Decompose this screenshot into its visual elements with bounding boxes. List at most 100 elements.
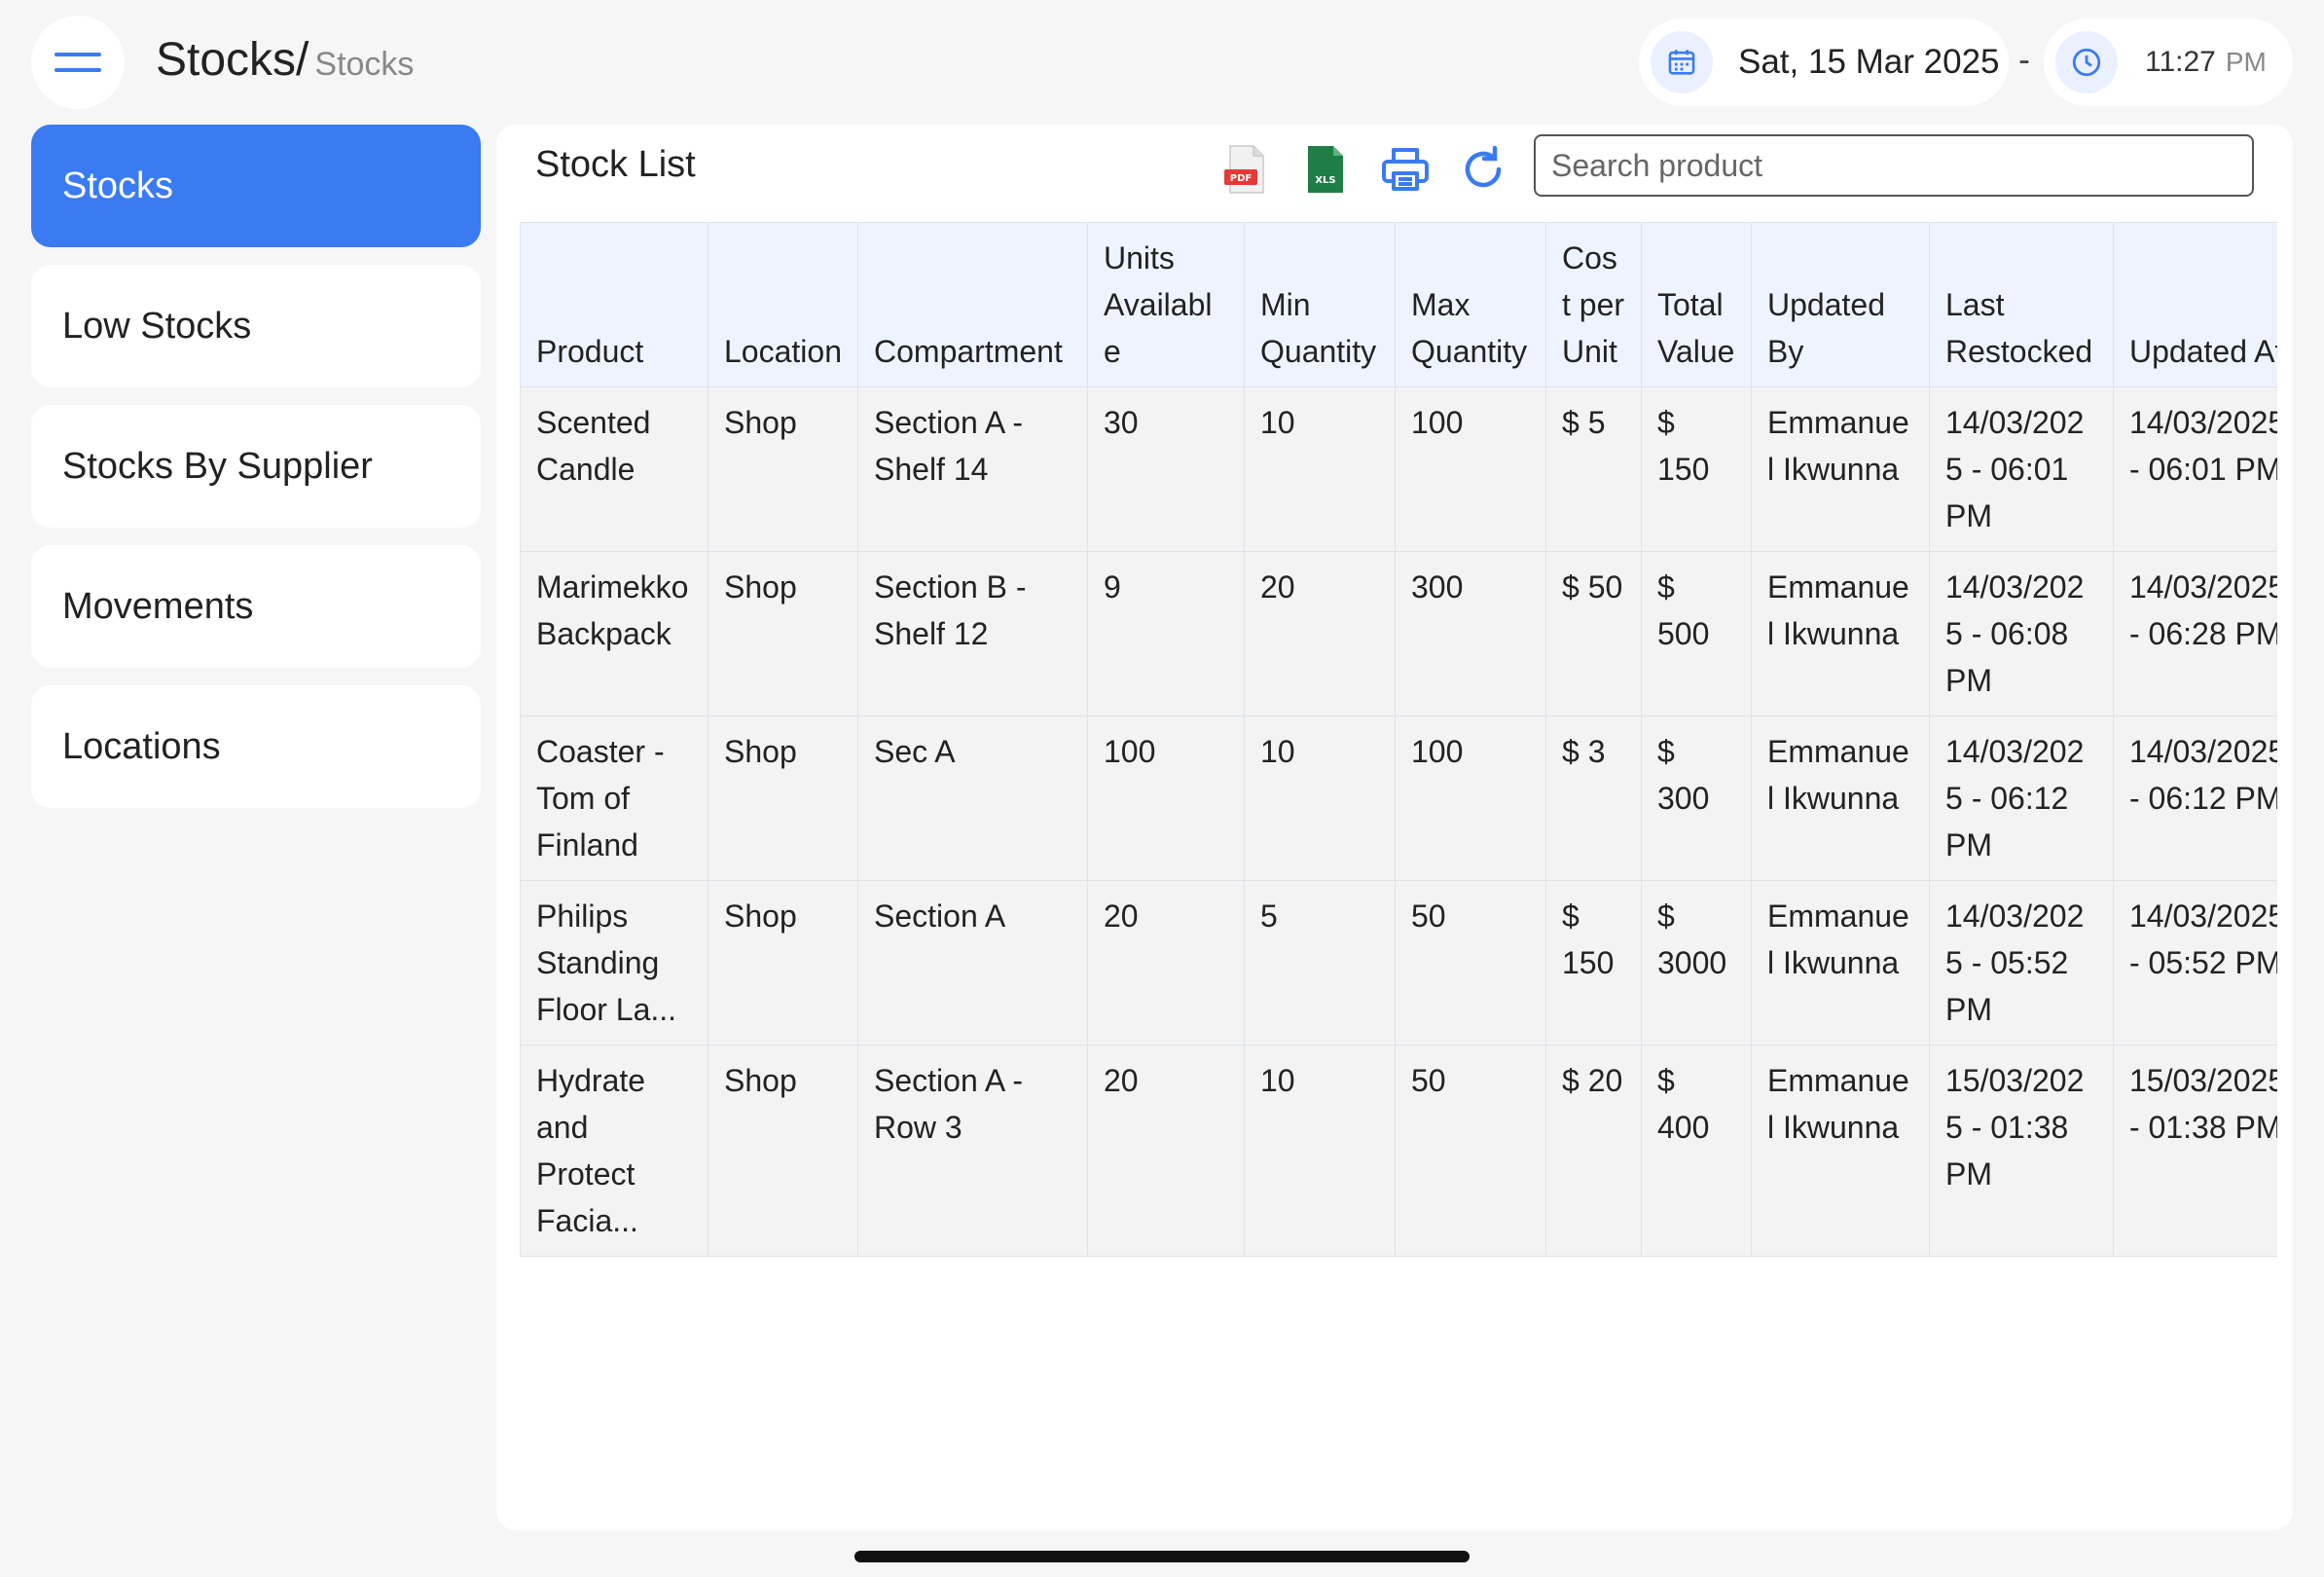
time-display: 11:27 PM	[2044, 18, 2293, 106]
cell-product: Hydrate and Protect Facia...	[520, 1045, 708, 1257]
column-header-product[interactable]: Product	[520, 222, 708, 387]
search-input[interactable]	[1534, 134, 2254, 197]
cell-min-quantity: 10	[1244, 386, 1396, 552]
sidebar: Stocks Low Stocks Stocks By Supplier Mov…	[31, 125, 481, 825]
cell-location: Shop	[708, 1045, 858, 1257]
column-header-updated-by[interactable]: Updated By	[1751, 222, 1930, 387]
cell-units-available: 9	[1087, 551, 1245, 716]
time-text: 11:27	[2145, 46, 2216, 78]
cell-max-quantity: 50	[1395, 880, 1546, 1045]
table-row[interactable]: Coaster - Tom of Finland Shop Sec A 100 …	[520, 715, 2277, 881]
cell-max-quantity: 100	[1395, 386, 1546, 552]
column-header-last-restocked[interactable]: Last Restocked	[1929, 222, 2114, 387]
cell-compartment: Section A - Row 3	[857, 1045, 1088, 1257]
cell-cost-per-unit: $ 150	[1545, 880, 1642, 1045]
cell-compartment: Section A - Shelf 14	[857, 386, 1088, 552]
cell-last-restocked: 14/03/2025 - 05:52 PM	[1929, 880, 2114, 1045]
table-row[interactable]: Marimekko Backpack Shop Section B - Shel…	[520, 551, 2277, 716]
column-header-total-value[interactable]: Total Value	[1641, 222, 1752, 387]
column-header-compartment[interactable]: Compartment	[857, 222, 1088, 387]
page-title-text: Stocks/	[156, 34, 309, 86]
cell-max-quantity: 100	[1395, 715, 1546, 881]
cell-cost-per-unit: $ 3	[1545, 715, 1642, 881]
cell-updated-by: Emmanuel Ikwunna	[1751, 386, 1930, 552]
cell-product: Coaster - Tom of Finland	[520, 715, 708, 881]
cell-min-quantity: 10	[1244, 715, 1396, 881]
table-header-row: Product Location Compartment Units Avail…	[520, 222, 2277, 387]
column-header-units-available[interactable]: Units Available	[1087, 222, 1245, 387]
cell-product: Marimekko Backpack	[520, 551, 708, 716]
refresh-icon	[1465, 145, 1502, 188]
sidebar-item-locations[interactable]: Locations	[31, 685, 481, 808]
cell-updated-at: 14/03/2025 - 06:01 PM	[2113, 386, 2277, 552]
xls-label: XLS	[1315, 175, 1335, 186]
cell-product: Philips Standing Floor La...	[520, 880, 708, 1045]
sidebar-item-low-stocks[interactable]: Low Stocks	[31, 265, 481, 387]
cell-updated-by: Emmanuel Ikwunna	[1751, 715, 1930, 881]
cell-product: Scented Candle	[520, 386, 708, 552]
date-text: Sat, 15 Mar 2025	[1738, 43, 2000, 81]
menu-button[interactable]	[31, 16, 125, 109]
cell-max-quantity: 50	[1395, 1045, 1546, 1257]
date-display: Sat, 15 Mar 2025	[1639, 18, 2009, 106]
xls-export-button[interactable]: XLS	[1298, 142, 1353, 197]
cell-units-available: 20	[1087, 1045, 1245, 1257]
cell-location: Shop	[708, 715, 858, 881]
column-header-max-quantity[interactable]: Max Quantity	[1395, 222, 1546, 387]
clock-icon	[2055, 31, 2118, 93]
cell-updated-by: Emmanuel Ikwunna	[1751, 551, 1930, 716]
cell-min-quantity: 5	[1244, 880, 1396, 1045]
cell-compartment: Section A	[857, 880, 1088, 1045]
cell-total-value: $ 400	[1641, 1045, 1752, 1257]
cell-compartment: Sec A	[857, 715, 1088, 881]
sidebar-item-movements[interactable]: Movements	[31, 545, 481, 668]
sidebar-item-label: Stocks	[62, 165, 174, 206]
column-header-cost-per-unit[interactable]: Cost per Unit	[1545, 222, 1642, 387]
sidebar-item-label: Low Stocks	[62, 305, 252, 347]
cell-last-restocked: 14/03/2025 - 06:01 PM	[1929, 386, 2114, 552]
cell-total-value: $ 300	[1641, 715, 1752, 881]
cell-total-value: $ 3000	[1641, 880, 1752, 1045]
pdf-export-button[interactable]: PDF	[1218, 142, 1273, 197]
cell-last-restocked: 15/03/2025 - 01:38 PM	[1929, 1045, 2114, 1257]
refresh-button[interactable]	[1456, 142, 1510, 197]
cell-last-restocked: 14/03/2025 - 06:12 PM	[1929, 715, 2114, 881]
printer-icon	[1382, 148, 1429, 191]
cell-total-value: $ 150	[1641, 386, 1752, 552]
table-row[interactable]: Scented Candle Shop Section A - Shelf 14…	[520, 386, 2277, 552]
cell-location: Shop	[708, 551, 858, 716]
hamburger-icon	[54, 53, 101, 72]
cell-cost-per-unit: $ 50	[1545, 551, 1642, 716]
table-row[interactable]: Hydrate and Protect Facia... Shop Sectio…	[520, 1045, 2277, 1257]
cell-max-quantity: 300	[1395, 551, 1546, 716]
column-header-min-quantity[interactable]: Min Quantity	[1244, 222, 1396, 387]
sidebar-item-stocks-by-supplier[interactable]: Stocks By Supplier	[31, 405, 481, 528]
cell-updated-at: 14/03/2025 - 06:12 PM	[2113, 715, 2277, 881]
sidebar-item-label: Movements	[62, 585, 254, 627]
column-header-updated-at[interactable]: Updated At	[2113, 222, 2277, 387]
cell-min-quantity: 20	[1244, 551, 1396, 716]
cell-units-available: 30	[1087, 386, 1245, 552]
cell-location: Shop	[708, 880, 858, 1045]
cell-units-available: 100	[1087, 715, 1245, 881]
column-header-location[interactable]: Location	[708, 222, 858, 387]
cell-updated-at: 14/03/2025 - 06:28 PM	[2113, 551, 2277, 716]
cell-last-restocked: 14/03/2025 - 06:08 PM	[1929, 551, 2114, 716]
cell-updated-by: Emmanuel Ikwunna	[1751, 880, 1930, 1045]
table-row[interactable]: Philips Standing Floor La... Shop Sectio…	[520, 880, 2277, 1045]
time-ampm: PM	[2225, 47, 2267, 77]
print-button[interactable]	[1378, 142, 1433, 197]
page-title: Stocks/Stocks	[156, 33, 414, 87]
cell-min-quantity: 10	[1244, 1045, 1396, 1257]
cell-updated-at: 15/03/2025 - 01:38 PM	[2113, 1045, 2277, 1257]
stock-table-container[interactable]: Product Location Compartment Units Avail…	[520, 222, 2277, 1257]
sidebar-item-label: Locations	[62, 725, 221, 767]
cell-cost-per-unit: $ 5	[1545, 386, 1642, 552]
sidebar-item-stocks[interactable]: Stocks	[31, 125, 481, 247]
pdf-label: PDF	[1230, 173, 1252, 184]
cell-updated-at: 14/03/2025 - 05:52 PM	[2113, 880, 2277, 1045]
stock-list-panel: Stock List PDF XLS Search product Produc…	[496, 125, 2293, 1530]
cell-cost-per-unit: $ 20	[1545, 1045, 1642, 1257]
home-indicator[interactable]	[854, 1551, 1470, 1562]
calendar-icon	[1651, 31, 1713, 93]
